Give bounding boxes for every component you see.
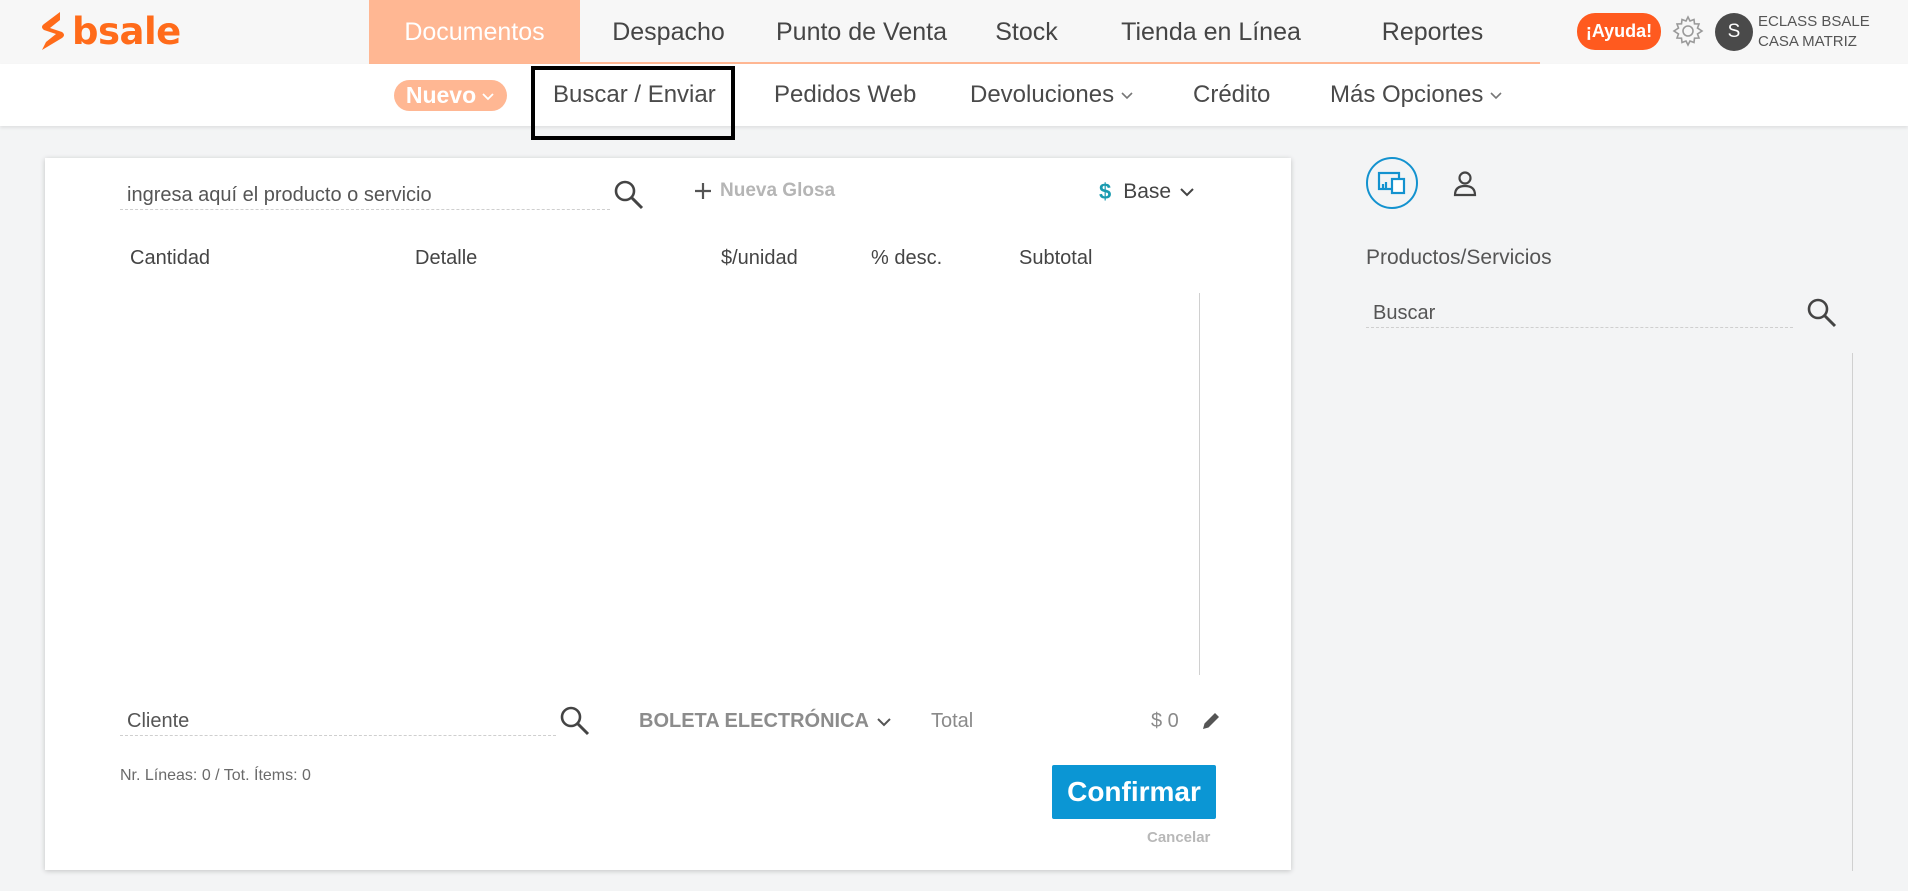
pencil-icon[interactable] [1200, 710, 1222, 732]
nav-punto-de-venta[interactable]: Punto de Venta [757, 0, 966, 64]
side-panel-title: Productos/Servicios [1366, 246, 1552, 269]
top-bar: bsale Documentos Despacho Punto de Venta… [0, 0, 1908, 64]
nueva-glosa-label: Nueva Glosa [720, 180, 836, 201]
cancel-button[interactable]: Cancelar [1147, 829, 1210, 846]
product-search-placeholder: ingresa aquí el producto o servicio [127, 184, 432, 206]
total-label: Total [931, 710, 974, 732]
subnav-pedidos-web[interactable]: Pedidos Web [774, 64, 916, 126]
confirm-button[interactable]: Confirmar [1052, 765, 1216, 819]
chevron-down-icon [1121, 92, 1133, 100]
subnav-mas-opciones[interactable]: Más Opciones [1330, 64, 1503, 126]
column-precio-unidad: $/unidad [721, 247, 798, 269]
bsale-logo[interactable]: bsale [38, 9, 181, 53]
search-icon[interactable] [1805, 296, 1839, 330]
items-scrollbar[interactable] [1199, 293, 1200, 675]
chevron-down-icon [1180, 188, 1194, 197]
main-nav: Documentos Despacho Punto de Venta Stock… [369, 0, 1530, 64]
document-type-selector[interactable]: BOLETA ELECTRÓNICA [639, 710, 892, 733]
chevron-down-icon [877, 717, 891, 726]
nav-documentos[interactable]: Documentos [369, 0, 580, 64]
help-button[interactable]: ¡Ayuda! [1577, 13, 1661, 50]
subnav-devoluciones-label: Devoluciones [970, 81, 1115, 108]
brand-name: bsale [72, 9, 181, 53]
nuevo-button[interactable]: Nuevo [394, 80, 507, 111]
search-icon[interactable] [612, 178, 646, 212]
bsale-logo-icon [42, 12, 64, 50]
sub-nav: Buscar / Enviar Pedidos Web Devoluciones… [0, 64, 1908, 126]
document-card [45, 158, 1291, 870]
subnav-devoluciones[interactable]: Devoluciones [970, 64, 1134, 126]
subnav-mas-opciones-label: Más Opciones [1330, 81, 1484, 108]
document-type-label: BOLETA ELECTRÓNICA [639, 710, 869, 732]
price-list-label: Base [1123, 180, 1172, 203]
company-info[interactable]: ECLASS BSALE CASA MATRIZ [1758, 12, 1870, 52]
items-summary: Nr. Líneas: 0 / Tot. Ítems: 0 [120, 767, 311, 784]
nav-reportes[interactable]: Reportes [1335, 0, 1530, 64]
total-value: $ 0 [1151, 710, 1179, 732]
price-list-selector[interactable]: $ Base [1099, 179, 1195, 205]
nuevo-label: Nuevo [405, 82, 477, 108]
side-search-placeholder: Buscar [1373, 302, 1436, 324]
product-search-input[interactable]: ingresa aquí el producto o servicio [120, 180, 610, 210]
nav-despacho[interactable]: Despacho [580, 0, 757, 64]
column-cantidad: Cantidad [130, 247, 211, 269]
side-scrollbar[interactable] [1852, 353, 1853, 871]
client-input[interactable]: Cliente [120, 706, 556, 736]
nav-tienda-en-linea[interactable]: Tienda en Línea [1087, 0, 1335, 64]
branch-name: CASA MATRIZ [1758, 33, 1857, 50]
chevron-down-icon [482, 92, 494, 100]
subnav-credito[interactable]: Crédito [1193, 64, 1270, 126]
nueva-glosa-button[interactable]: Nueva Glosa [693, 180, 835, 202]
search-icon[interactable] [558, 704, 592, 738]
column-descuento: % desc. [871, 247, 943, 269]
currency-symbol: $ [1099, 179, 1112, 204]
avatar[interactable]: S [1715, 13, 1753, 51]
highlight-box [531, 66, 735, 140]
products-tab[interactable] [1366, 157, 1418, 209]
company-name: ECLASS BSALE [1758, 13, 1870, 30]
plus-icon [695, 183, 711, 199]
gear-icon[interactable] [1671, 14, 1705, 48]
client-placeholder: Cliente [127, 710, 190, 732]
column-subtotal: Subtotal [1019, 247, 1093, 269]
devices-icon [1377, 171, 1406, 195]
side-search-input[interactable]: Buscar [1366, 298, 1793, 328]
column-detalle: Detalle [415, 247, 478, 269]
user-icon[interactable] [1452, 170, 1478, 198]
nav-stock[interactable]: Stock [966, 0, 1087, 64]
chevron-down-icon [1490, 92, 1502, 100]
